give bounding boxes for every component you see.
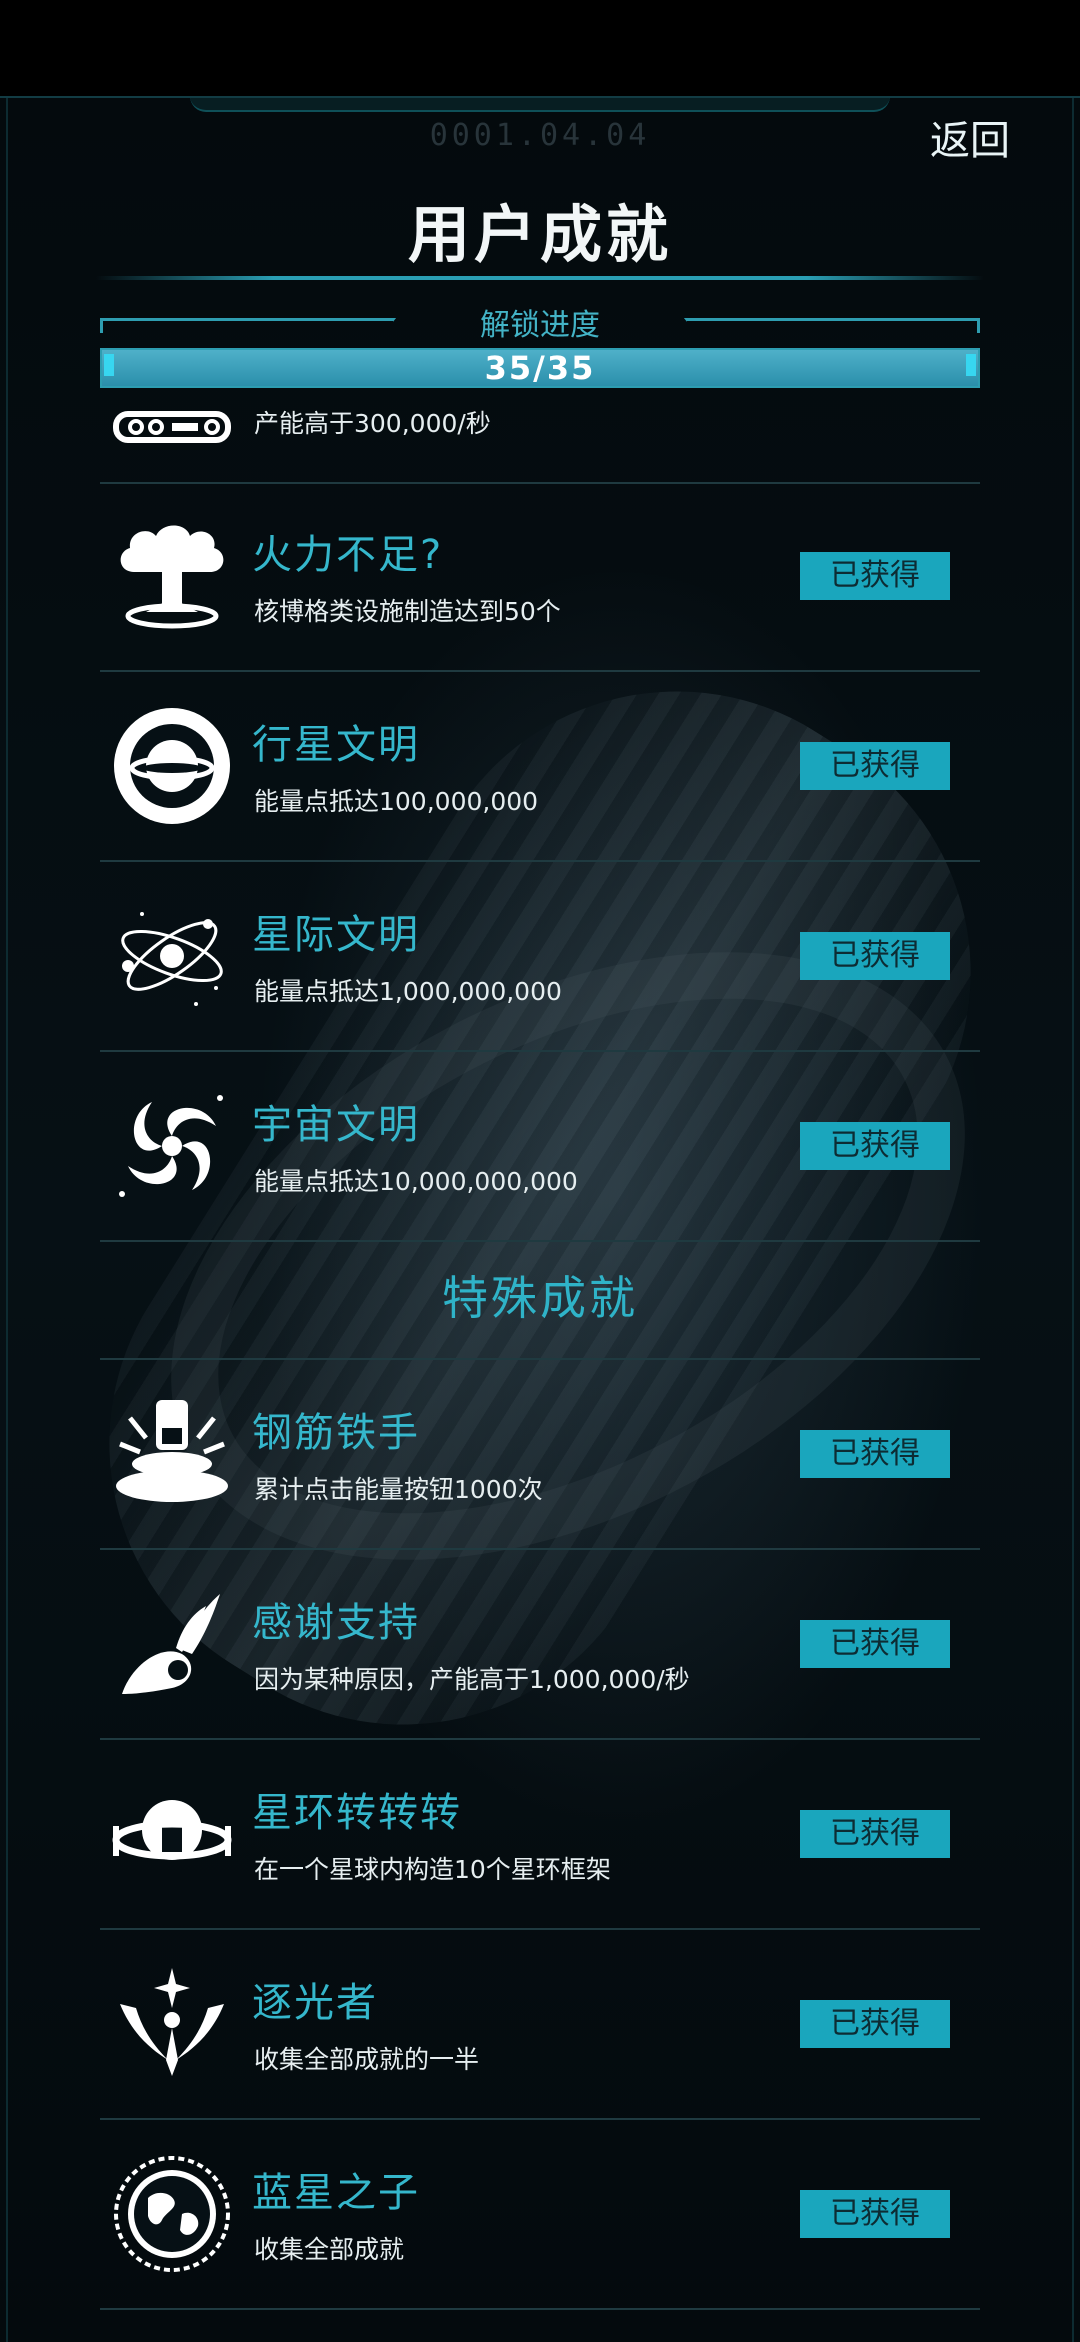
list-item: 行星文明 能量点抵达100,000,000 已获得 (100, 672, 980, 862)
list-item-desc: 产能高于300,000/秒 (254, 409, 491, 438)
progress-text: 35/35 (484, 349, 596, 387)
back-button[interactable]: 返回 (930, 108, 1010, 166)
list-item: 钢筋铁手 累计点击能量按钮1000次 已获得 (100, 1360, 980, 1550)
obtained-badge[interactable]: 已获得 (800, 2000, 950, 2048)
achievement-desc: 收集全部成就的一半 (254, 2045, 480, 2074)
title-divider (96, 276, 984, 280)
unlock-progress: 解锁进度 35/35 (100, 308, 980, 390)
achievement-desc: 累计点击能量按钮1000次 (254, 1475, 543, 1504)
achievement-name: 钢筋铁手 (252, 1410, 420, 1456)
achievement-desc: 能量点抵达10,000,000,000 (254, 1167, 578, 1196)
list-item: 感谢支持 因为某种原因，产能高于1,000,000/秒 已获得 (100, 1550, 980, 1740)
planet-icon (112, 706, 232, 826)
progress-label: 解锁进度 (480, 308, 600, 343)
achievement-list[interactable]: 产能高于300,000/秒 火力不足? 核博格类设施制造达到50个 已获得 行星… (100, 392, 980, 2322)
list-item: 宇宙文明 能量点抵达10,000,000,000 已获得 (100, 1052, 980, 1242)
achievement-desc: 核博格类设施制造达到50个 (254, 597, 561, 626)
achievement-name: 逐光者 (252, 1980, 378, 2026)
spiral-galaxy-icon (112, 1086, 232, 1206)
obtained-badge[interactable]: 已获得 (800, 1122, 950, 1170)
achievement-name: 感谢支持 (252, 1600, 420, 1646)
obtained-badge[interactable]: 已获得 (800, 1810, 950, 1858)
light-chaser-icon (112, 1964, 232, 2084)
achievement-name: 星环转转转 (252, 1790, 462, 1836)
atom-orbit-icon (112, 896, 232, 1016)
panel-top-accent (190, 98, 890, 112)
star-ring-icon (112, 1774, 232, 1894)
list-item-partial: 产能高于300,000/秒 (100, 392, 980, 484)
obtained-badge[interactable]: 已获得 (800, 742, 950, 790)
mushroom-cloud-icon (112, 516, 232, 636)
list-item: 星环转转转 在一个星球内构造10个星环框架 已获得 (100, 1740, 980, 1930)
obtained-badge[interactable]: 已获得 (800, 552, 950, 600)
progress-bar: 35/35 (100, 348, 980, 388)
achievement-desc: 能量点抵达100,000,000 (254, 787, 539, 816)
achievement-desc: 因为某种原因，产能高于1,000,000/秒 (254, 1665, 690, 1694)
list-item: 火力不足? 核博格类设施制造达到50个 已获得 (100, 482, 980, 672)
list-item: 星际文明 能量点抵达1,000,000,000 已获得 (100, 862, 980, 1052)
obtained-badge[interactable]: 已获得 (800, 932, 950, 980)
achievement-name: 火力不足? (252, 532, 444, 578)
achievement-desc: 在一个星球内构造10个星环框架 (254, 1855, 611, 1884)
achievement-name: 星际文明 (252, 912, 420, 958)
obtained-badge[interactable]: 已获得 (800, 1430, 950, 1478)
obtained-badge[interactable]: 已获得 (800, 1620, 950, 1668)
page-title: 用户成就 (407, 198, 672, 271)
panel-border-right (1072, 98, 1074, 2342)
special-section-title: 特殊成就 (442, 1271, 638, 1325)
achievement-name: 蓝星之子 (252, 2170, 420, 2216)
achievement-name: 行星文明 (252, 722, 420, 768)
list-item: 蓝星之子 收集全部成就 已获得 (100, 2120, 980, 2310)
achievement-desc: 能量点抵达1,000,000,000 (254, 977, 562, 1006)
earth-emblem-icon (112, 2154, 232, 2274)
obtained-badge[interactable]: 已获得 (800, 2190, 950, 2238)
pressing-button-icon (112, 1394, 232, 1514)
ok-hand-icon (112, 1584, 232, 1704)
list-item: 逐光者 收集全部成就的一半 已获得 (100, 1930, 980, 2120)
achievement-desc: 收集全部成就 (254, 2235, 405, 2264)
achievement-name: 宇宙文明 (252, 1102, 420, 1148)
date-display: 0001.04.04 (429, 118, 651, 153)
machine-icon (112, 392, 232, 448)
panel-border-left (6, 98, 8, 2342)
